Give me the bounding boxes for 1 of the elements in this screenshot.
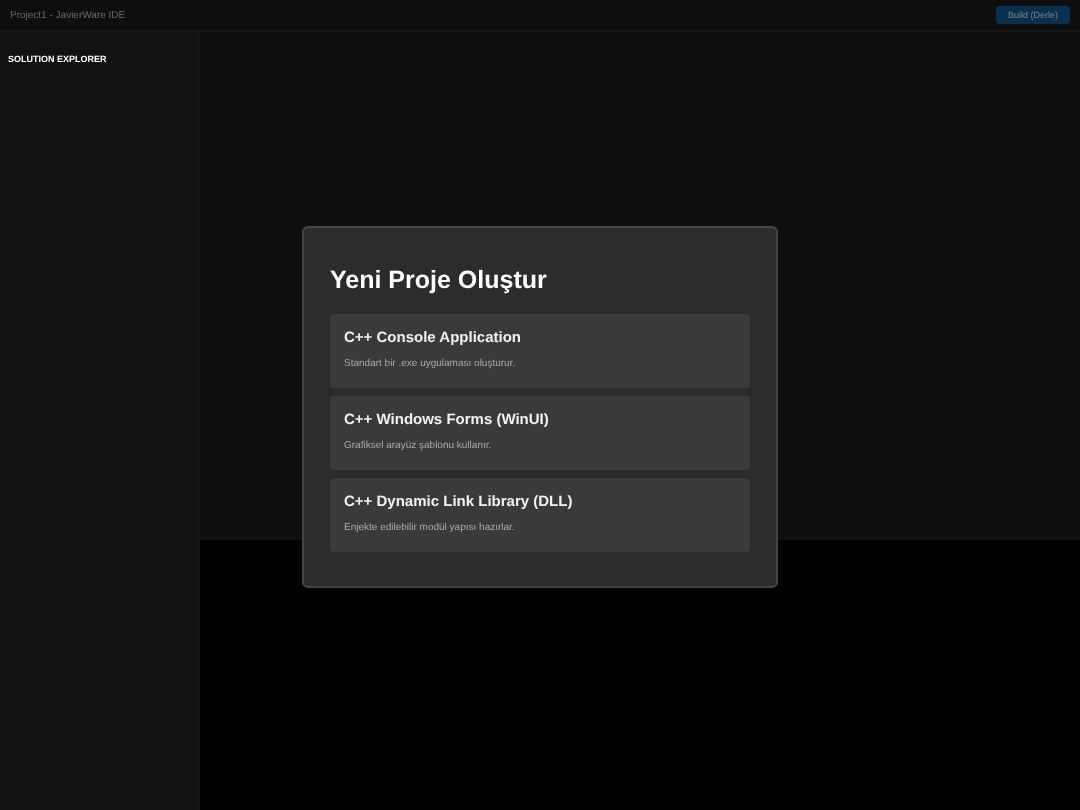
dialog-title: Yeni Proje Oluştur — [330, 265, 549, 293]
